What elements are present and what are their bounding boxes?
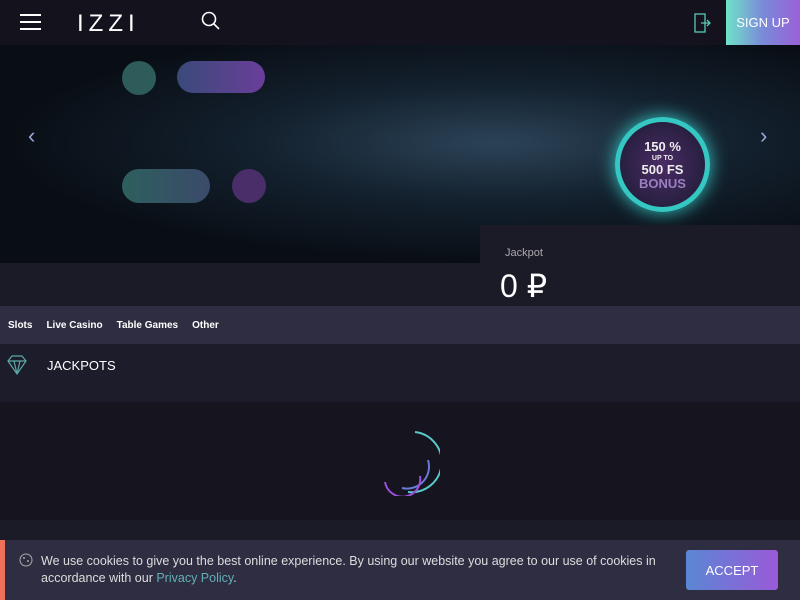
jackpot-panel: Jackpot 0 ₽ xyxy=(480,225,800,306)
jackpot-value: 0 ₽ xyxy=(500,268,548,304)
section-title: JACKPOTS xyxy=(47,358,116,373)
loading-spinner-icon xyxy=(384,431,440,496)
privacy-policy-link[interactable]: Privacy Policy xyxy=(156,571,233,585)
jackpot-label: Jackpot xyxy=(505,247,543,259)
loading-area xyxy=(0,402,800,520)
cookie-icon xyxy=(19,553,33,567)
accept-button[interactable]: ACCEPT xyxy=(686,550,778,590)
badge-text: 150 % xyxy=(644,139,681,154)
jackpots-section: JACKPOTS xyxy=(0,344,800,402)
menu-icon[interactable] xyxy=(20,14,41,30)
cookie-message: We use cookies to give you the best onli… xyxy=(41,553,661,587)
cookie-text: We use cookies to give you the best onli… xyxy=(41,554,656,585)
cookie-banner: We use cookies to give you the best onli… xyxy=(0,540,800,600)
category-live-casino[interactable]: Live Casino xyxy=(46,320,102,331)
badge-text: 500 FS xyxy=(641,162,684,177)
category-table-games[interactable]: Table Games xyxy=(117,320,179,331)
category-nav: Slots Live Casino Table Games Other xyxy=(0,306,800,344)
sign-up-button[interactable]: SIGN UP xyxy=(726,0,800,45)
category-slots[interactable]: Slots xyxy=(8,320,32,331)
category-other[interactable]: Other xyxy=(192,320,219,331)
banner-shape xyxy=(122,169,210,203)
logo[interactable]: IZZI xyxy=(77,10,140,38)
bonus-badge: 150 % UP TO 500 FS BONUS xyxy=(615,117,710,212)
banner-shape xyxy=(122,61,156,95)
header: IZZI SIGN UP xyxy=(0,0,800,45)
banner-next-arrow[interactable]: › xyxy=(760,123,767,149)
banner-prev-arrow[interactable]: ‹ xyxy=(28,123,35,149)
cookie-text-end: . xyxy=(233,571,237,585)
login-icon[interactable] xyxy=(694,13,712,33)
diamond-icon xyxy=(7,355,27,376)
search-icon[interactable] xyxy=(201,11,221,31)
banner-shape xyxy=(232,169,266,203)
banner-shape xyxy=(177,61,265,93)
badge-text: BONUS xyxy=(639,176,686,191)
